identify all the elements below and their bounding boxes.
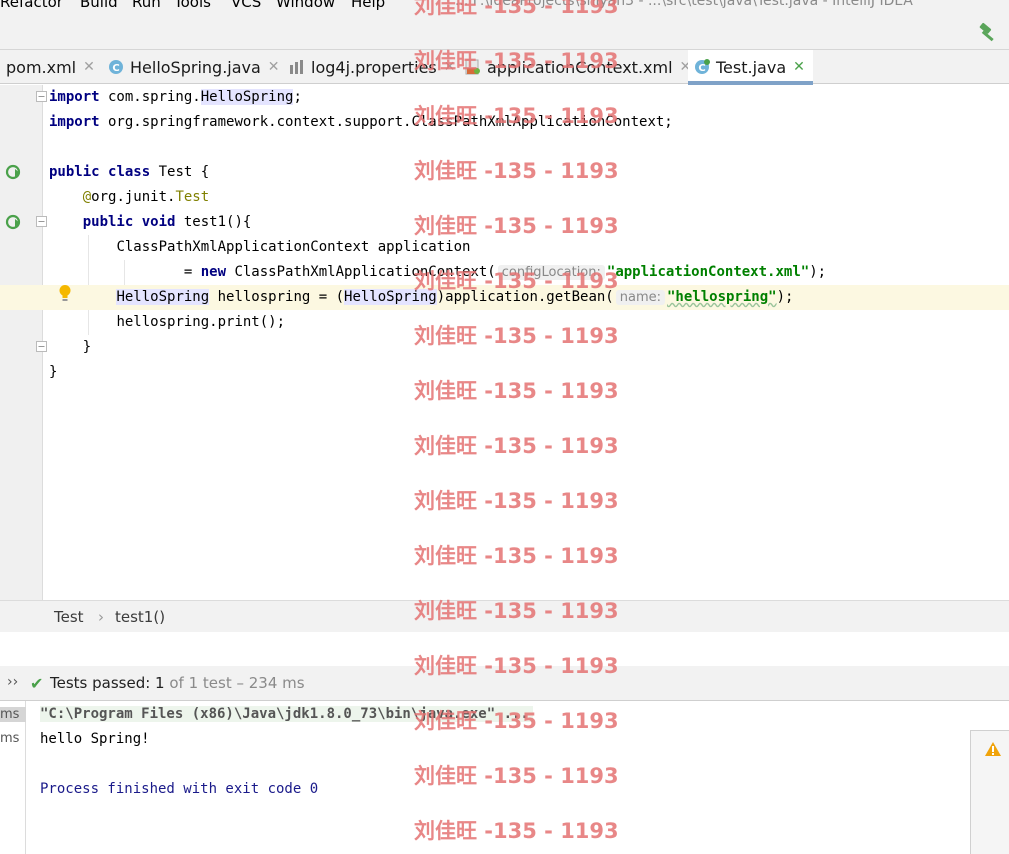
lightbulb-icon[interactable] — [58, 284, 72, 302]
breadcrumb-class[interactable]: Test — [54, 608, 84, 626]
menu-tools[interactable]: Tools — [174, 0, 211, 11]
watermark: 刘佳旺 -135 - 1193 — [414, 654, 619, 678]
breadcrumb-separator: › — [98, 608, 104, 626]
watermark: 刘佳旺 -135 - 1193 — [414, 104, 619, 128]
close-icon[interactable]: ✕ — [268, 59, 280, 75]
test-class-icon: C — [694, 59, 710, 75]
expand-chevron-icon[interactable]: ›› — [7, 674, 18, 690]
breadcrumb-method[interactable]: test1() — [115, 608, 165, 626]
watermark: 刘佳旺 -135 - 1193 — [414, 269, 619, 293]
watermark: 刘佳旺 -135 - 1193 — [414, 324, 619, 348]
tab-test-java[interactable]: C Test.java ✕ — [688, 50, 813, 85]
close-icon[interactable]: ✕ — [793, 59, 805, 75]
console-output: hello Spring! — [40, 731, 150, 747]
menu-refactor[interactable]: Refactor — [0, 0, 63, 11]
notification-panel — [970, 730, 1009, 854]
menu-run[interactable]: Run — [132, 0, 161, 11]
watermark: 刘佳旺 -135 - 1193 — [414, 214, 619, 238]
watermark: 刘佳旺 -135 - 1193 — [414, 0, 619, 18]
console-gutter: ms ms — [0, 701, 26, 854]
timing-label: ms — [0, 707, 26, 722]
svg-text:C: C — [698, 63, 705, 74]
watermark: 刘佳旺 -135 - 1193 — [414, 599, 619, 623]
watermark: 刘佳旺 -135 - 1193 — [414, 159, 619, 183]
tab-hellospring-java[interactable]: C HelloSpring.java ✕ — [108, 50, 280, 84]
watermark: 刘佳旺 -135 - 1193 — [414, 819, 619, 843]
build-hammer-icon[interactable] — [977, 22, 999, 44]
warning-icon[interactable] — [984, 741, 1002, 757]
watermark: 刘佳旺 -135 - 1193 — [414, 49, 619, 73]
class-icon: C — [108, 59, 124, 75]
watermark: 刘佳旺 -135 - 1193 — [414, 379, 619, 403]
param-hint: name: — [615, 290, 665, 305]
menu-vcs[interactable]: VCS — [231, 0, 261, 11]
watermark: 刘佳旺 -135 - 1193 — [414, 489, 619, 513]
tab-pom-xml[interactable]: pom.xml ✕ — [6, 50, 95, 84]
tab-label: Test.java — [716, 57, 787, 77]
watermark: 刘佳旺 -135 - 1193 — [414, 764, 619, 788]
check-icon: ✔ — [30, 674, 44, 693]
close-icon[interactable]: ✕ — [83, 59, 95, 75]
console-exit-message: Process finished with exit code 0 — [40, 781, 319, 797]
tab-label: pom.xml — [6, 57, 77, 77]
menu-build[interactable]: Build — [80, 0, 118, 11]
watermark: 刘佳旺 -135 - 1193 — [414, 709, 619, 733]
svg-text:C: C — [112, 63, 119, 74]
tab-label: HelloSpring.java — [130, 57, 261, 77]
menu-window[interactable]: Window — [276, 0, 335, 11]
code-line-5: @org.junit.Test — [82, 189, 210, 205]
watermark: 刘佳旺 -135 - 1193 — [414, 434, 619, 458]
menu-help[interactable]: Help — [351, 0, 385, 11]
watermark: 刘佳旺 -135 - 1193 — [414, 544, 619, 568]
properties-icon — [289, 59, 305, 75]
timing-label: ms — [0, 731, 20, 746]
tests-status: Tests passed: 1 of 1 test – 234 ms — [50, 674, 305, 692]
